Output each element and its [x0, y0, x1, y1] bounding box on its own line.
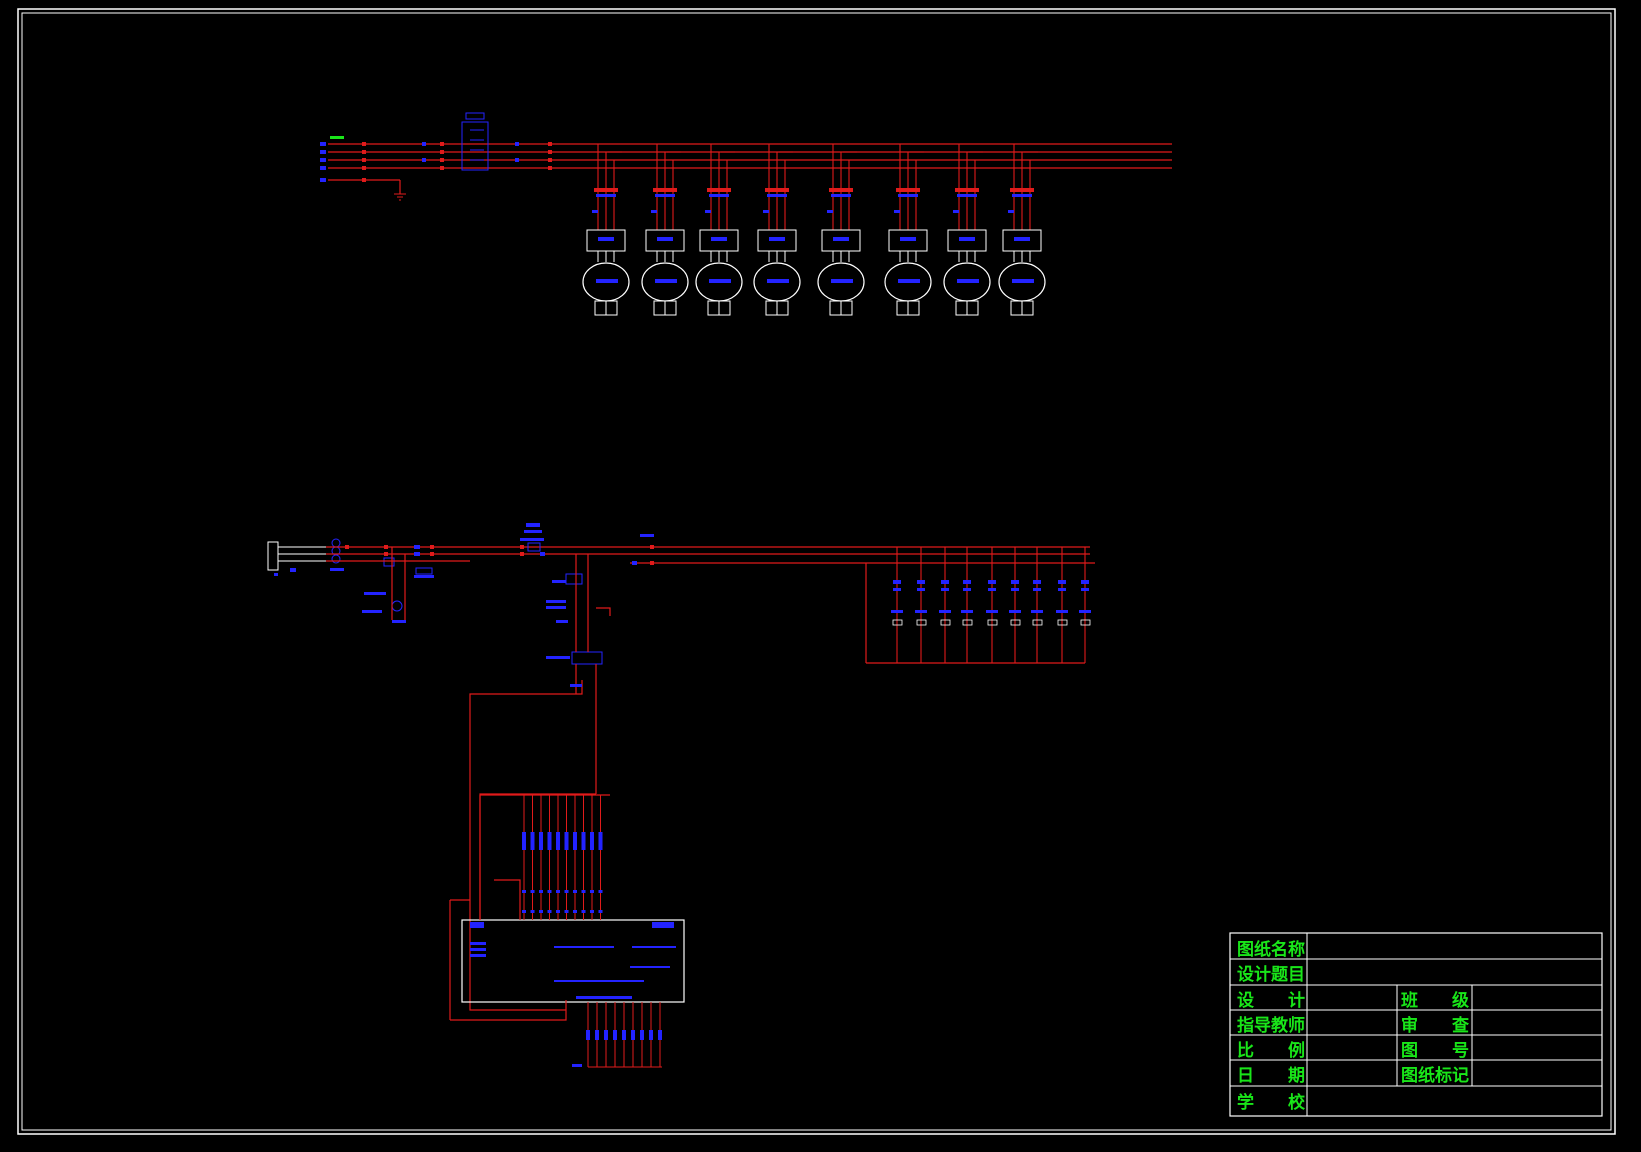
plc-output-wire: [640, 1002, 644, 1067]
motor-branch: [641, 144, 689, 316]
contactor-coil-branch: [986, 547, 998, 663]
date-label: 日 期: [1237, 1066, 1305, 1086]
contactor-coil-branch: [891, 547, 903, 663]
drawing-no-label: 图 号: [1401, 1041, 1469, 1061]
plc-output-wire: [649, 1002, 653, 1067]
review-label: 审 查: [1401, 1015, 1470, 1036]
contactor-coil-branch: [939, 547, 951, 663]
control-circuit: [267, 523, 1095, 1068]
contactor-coil-branch: [915, 547, 927, 663]
plc-input-wire: [556, 795, 560, 920]
plc-input-wire: [598, 795, 603, 920]
title-block: 图纸名称 设计题目 设 计 班 级 指导教师 审 查 比 例 图 号 日 期 图…: [1229, 932, 1603, 1117]
plc-output-wire: [604, 1002, 608, 1067]
drawing-mark-label: 图纸标记: [1401, 1065, 1469, 1086]
main-breaker: [461, 112, 489, 171]
school-label: 学 校: [1237, 1092, 1306, 1113]
contactor-coil-branch: [961, 547, 973, 663]
motor-branch: [582, 144, 630, 316]
outer-frame: [17, 8, 1616, 1135]
contactor-coil-branch: [1056, 547, 1068, 663]
plc-input-wire: [539, 795, 543, 920]
contactor-coil-branch: [1031, 547, 1043, 663]
plc-input-wire: [581, 795, 586, 920]
plc-output-wire: [631, 1002, 635, 1067]
plc-input-wire: [530, 795, 535, 920]
instructor-label: 指导教师: [1237, 1015, 1305, 1036]
design-topic-label: 设计题目: [1237, 964, 1305, 985]
plc-input-wire: [590, 795, 594, 920]
inner-frame: [21, 12, 1612, 1131]
motor-branch: [884, 144, 932, 316]
scale-label: 比 例: [1237, 1040, 1305, 1061]
plc-module: [461, 919, 685, 1003]
cad-drawing-canvas: 图纸名称 设计题目 设 计 班 级 指导教师 审 查 比 例 图 号 日 期 图…: [17, 8, 1616, 1135]
control-incoming-terminal: [267, 541, 279, 571]
motor-branch: [695, 144, 743, 316]
plc-output-wire: [595, 1002, 599, 1067]
plc-input-wire: [547, 795, 552, 920]
plc-output-wire: [613, 1002, 617, 1067]
plc-input-wire: [573, 795, 577, 920]
plc-output-wire: [622, 1002, 626, 1067]
plc-input-wire: [522, 795, 526, 920]
contactor-coil-branch: [1009, 547, 1021, 663]
contactor-coil-branch: [1079, 547, 1091, 663]
motor-branch: [753, 144, 801, 316]
drawing-name-label: 图纸名称: [1237, 939, 1305, 960]
motor-branch: [998, 144, 1046, 316]
plc-output-wire: [586, 1002, 590, 1067]
motor-branch: [943, 144, 991, 316]
class-label: 班 级: [1401, 990, 1469, 1011]
plc-output-wire: [658, 1002, 662, 1067]
plc-input-wire: [564, 795, 569, 920]
motor-branch: [817, 144, 865, 316]
designer-label: 设 计: [1237, 990, 1305, 1011]
main-power-diagram: [320, 112, 1172, 316]
